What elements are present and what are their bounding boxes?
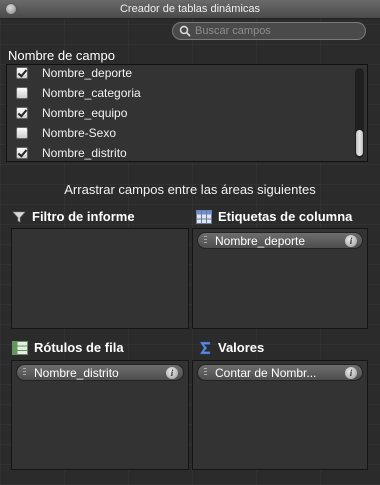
report-filter-title: Filtro de informe <box>12 209 135 224</box>
report-filter-dropzone[interactable] <box>11 228 189 329</box>
field-row-nombre-deporte[interactable]: Nombre_deporte <box>7 65 351 83</box>
field-label: Nombre_categoria <box>42 86 141 100</box>
sigma-icon <box>199 341 211 354</box>
field-label: Nombre-Sexo <box>42 126 117 140</box>
row-field-pill[interactable]: Nombre_distrito i <box>16 364 184 381</box>
drag-handle[interactable] <box>204 236 207 245</box>
drag-handle[interactable] <box>204 368 207 377</box>
column-field-pill[interactable]: Nombre_deporte i <box>197 232 363 249</box>
report-filter-label: Filtro de informe <box>32 209 135 224</box>
field-row-nombre-sexo[interactable]: Nombre-Sexo <box>7 123 351 143</box>
column-labels-label: Etiquetas de columna <box>218 209 353 224</box>
filter-icon <box>12 211 26 222</box>
field-row-nombre-distrito[interactable]: Nombre_distrito <box>7 143 351 161</box>
row-labels-dropzone[interactable]: Nombre_distrito i <box>11 360 189 470</box>
field-checkbox[interactable] <box>16 87 28 99</box>
field-checkbox[interactable] <box>16 107 28 119</box>
column-labels-dropzone[interactable]: Nombre_deporte i <box>192 228 368 329</box>
drag-handle[interactable] <box>23 368 26 377</box>
column-labels-title: Etiquetas de columna <box>196 209 352 224</box>
field-label: Nombre_distrito <box>42 146 127 160</box>
window-titlebar: Creador de tablas dinámicas <box>0 0 380 19</box>
search-field[interactable] <box>172 22 366 40</box>
field-list-scrollbar[interactable] <box>355 68 364 158</box>
row-table-icon <box>12 340 28 355</box>
values-label: Valores <box>218 340 265 355</box>
field-label: Nombre_equipo <box>42 106 128 120</box>
field-list-heading: Nombre de campo <box>8 48 115 63</box>
field-label: Nombre_deporte <box>42 66 133 80</box>
window-title: Creador de tablas dinámicas <box>119 3 261 15</box>
values-dropzone[interactable]: Contar de Nombr... i <box>192 360 368 470</box>
info-icon[interactable]: i <box>166 366 178 379</box>
close-button[interactable] <box>5 3 17 15</box>
pill-label: Contar de Nombr... <box>215 365 317 380</box>
info-icon[interactable]: i <box>345 234 357 247</box>
pill-label: Nombre_distrito <box>34 365 119 380</box>
column-table-icon <box>196 209 212 224</box>
field-row-nombre-equipo[interactable]: Nombre_equipo <box>7 103 351 123</box>
field-checkbox[interactable] <box>16 67 28 79</box>
search-icon <box>179 25 191 37</box>
info-icon[interactable]: i <box>345 366 357 379</box>
row-labels-label: Rótulos de fila <box>34 340 124 355</box>
field-checkbox[interactable] <box>16 147 28 159</box>
field-row-nombre-categoria[interactable]: Nombre_categoria <box>7 83 351 103</box>
drag-hint-text: Arrastrar campos entre las áreas siguien… <box>64 182 316 197</box>
field-list[interactable]: Nombre_deporte Nombre_categoria Nombre_e… <box>6 64 368 162</box>
value-field-pill[interactable]: Contar de Nombr... i <box>197 364 363 381</box>
row-labels-title: Rótulos de fila <box>12 340 124 355</box>
scroll-thumb[interactable] <box>356 130 363 156</box>
field-checkbox[interactable] <box>16 127 28 139</box>
search-input[interactable] <box>195 23 360 39</box>
values-title: Valores <box>198 340 264 355</box>
pill-label: Nombre_deporte <box>215 233 306 248</box>
